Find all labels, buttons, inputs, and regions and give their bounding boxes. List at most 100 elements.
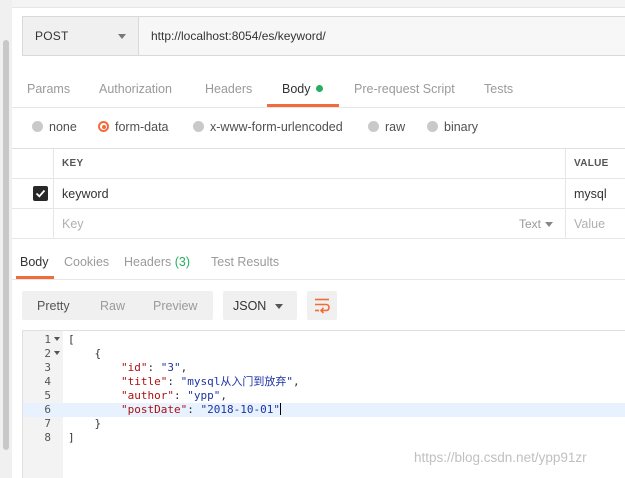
- chevron-down-icon: [545, 222, 553, 227]
- key-placeholder: Key: [62, 217, 84, 231]
- headers-count-badge: (3): [174, 255, 191, 269]
- method-select[interactable]: POST: [23, 17, 139, 55]
- resp-tab-cookies[interactable]: Cookies: [64, 255, 109, 269]
- code-text: [: [68, 333, 75, 346]
- body-type-radios: none form-data x-www-form-urlencoded raw…: [12, 116, 625, 140]
- code-line: 7 }: [23, 417, 625, 431]
- form-data-table: KEY VALUE keyword mysql Key Text Value: [12, 148, 625, 240]
- language-label: JSON: [233, 299, 267, 313]
- key-header: KEY: [62, 158, 84, 169]
- type-dropdown-label: Text: [518, 217, 541, 231]
- method-label: POST: [35, 29, 69, 43]
- radio-raw[interactable]: raw: [368, 120, 405, 134]
- radio-icon: [368, 121, 379, 132]
- json-string-value: "3": [160, 361, 181, 374]
- code-line: 3 "id": "3",: [23, 361, 625, 375]
- type-dropdown[interactable]: Text: [519, 217, 553, 231]
- tab-body-label: Body: [282, 82, 311, 96]
- json-key: "postDate": [120, 403, 188, 416]
- table-header: KEY VALUE: [12, 149, 625, 179]
- code-line: 2 {: [23, 347, 625, 361]
- json-string-value: "mysql从入门到放弃": [180, 375, 293, 388]
- active-tab-indicator: [267, 104, 339, 107]
- row-key-cell[interactable]: keyword: [54, 179, 566, 208]
- wrap-lines-icon: [315, 298, 330, 314]
- json-colon: :: [187, 403, 201, 416]
- value-placeholder: Value: [574, 217, 606, 231]
- response-tabs: Body Cookies Headers (3) Test Results: [12, 250, 625, 280]
- format-toggle-group: Pretty Raw Preview: [22, 291, 213, 320]
- line-number: 5: [44, 389, 51, 402]
- pretty-button[interactable]: Pretty: [37, 299, 70, 313]
- code-text: "title": "mysql从入门到放弃",: [68, 375, 300, 389]
- code-line: 1[: [23, 333, 625, 347]
- language-select[interactable]: JSON: [223, 291, 297, 320]
- radio-binary[interactable]: binary: [427, 120, 478, 134]
- radio-x-www-form-urlencoded[interactable]: x-www-form-urlencoded: [193, 120, 343, 134]
- tab-params[interactable]: Params: [27, 82, 70, 96]
- code-line: 4 "title": "mysql从入门到放弃",: [23, 375, 625, 389]
- resp-tab-test-results[interactable]: Test Results: [211, 255, 279, 269]
- json-key: "author": [120, 389, 174, 402]
- code-text: "author": "ypp",: [68, 389, 227, 403]
- code-text: ]: [68, 431, 75, 444]
- table-new-row: Key Text Value: [12, 209, 625, 239]
- radio-icon: [427, 121, 438, 132]
- raw-button[interactable]: Raw: [100, 299, 125, 313]
- line-number: 7: [44, 417, 51, 430]
- row-check-cell: [12, 179, 54, 208]
- tab-authorization[interactable]: Authorization: [99, 82, 172, 96]
- code-line: 5 "author": "ypp",: [23, 389, 625, 403]
- line-number: 1: [44, 333, 51, 346]
- active-tab-indicator: [16, 276, 54, 279]
- fold-arrow-icon[interactable]: [54, 337, 60, 341]
- resp-tab-headers[interactable]: Headers (3): [124, 255, 190, 269]
- radio-form-data[interactable]: form-data: [98, 120, 169, 134]
- row-value: mysql: [574, 187, 607, 201]
- radio-label: raw: [385, 120, 406, 134]
- json-key: "title": [120, 375, 168, 388]
- json-string-value: "2018-10-01": [200, 403, 280, 416]
- tab-tests[interactable]: Tests: [484, 82, 513, 96]
- radio-checked-icon: [98, 121, 109, 132]
- row-value-cell[interactable]: mysql: [566, 179, 625, 208]
- json-colon: :: [147, 361, 161, 374]
- radio-label: form-data: [115, 120, 169, 134]
- code-text: "postDate": "2018-10-01": [68, 403, 281, 417]
- resp-tab-body[interactable]: Body: [20, 255, 49, 269]
- json-comma: ,: [292, 375, 300, 388]
- chevron-down-icon: [275, 304, 283, 309]
- code-text: "id": "3",: [68, 361, 187, 375]
- radio-icon: [193, 121, 204, 132]
- line-number: 3: [44, 361, 51, 374]
- scrollbar-thumb[interactable]: [3, 40, 9, 450]
- code-text: {: [68, 347, 102, 360]
- line-number: 6: [44, 403, 51, 416]
- code-text: }: [68, 417, 102, 430]
- new-key-field[interactable]: Key Text: [54, 209, 566, 238]
- radio-none[interactable]: none: [32, 120, 77, 134]
- top-strip: [12, 0, 625, 8]
- header-key-cell: KEY: [54, 149, 566, 178]
- url-input[interactable]: http://localhost:8054/es/keyword/: [151, 29, 326, 43]
- tab-headers[interactable]: Headers: [205, 82, 252, 96]
- request-tabs: Params Authorization Headers Body Pre-re…: [12, 72, 625, 108]
- status-dot-icon: [315, 85, 323, 92]
- radio-label: none: [49, 120, 77, 134]
- chevron-down-icon: [118, 34, 126, 39]
- json-comma: ,: [180, 361, 188, 374]
- new-value-field[interactable]: Value: [566, 209, 625, 238]
- row-enabled-checkbox[interactable]: [33, 186, 48, 201]
- left-scrollbar[interactable]: [0, 0, 12, 478]
- radio-label: x-www-form-urlencoded: [210, 120, 343, 134]
- tab-body[interactable]: Body: [282, 82, 323, 96]
- tab-pre-request-script[interactable]: Pre-request Script: [354, 82, 455, 96]
- request-url-bar: POST http://localhost:8054/es/keyword/: [22, 16, 625, 56]
- wrap-lines-button[interactable]: [307, 291, 337, 320]
- preview-button[interactable]: Preview: [153, 299, 197, 313]
- json-string-value: "ypp": [187, 389, 221, 402]
- fold-arrow-icon[interactable]: [54, 351, 60, 355]
- check-icon: [35, 189, 46, 198]
- header-value-cell: VALUE: [566, 149, 625, 178]
